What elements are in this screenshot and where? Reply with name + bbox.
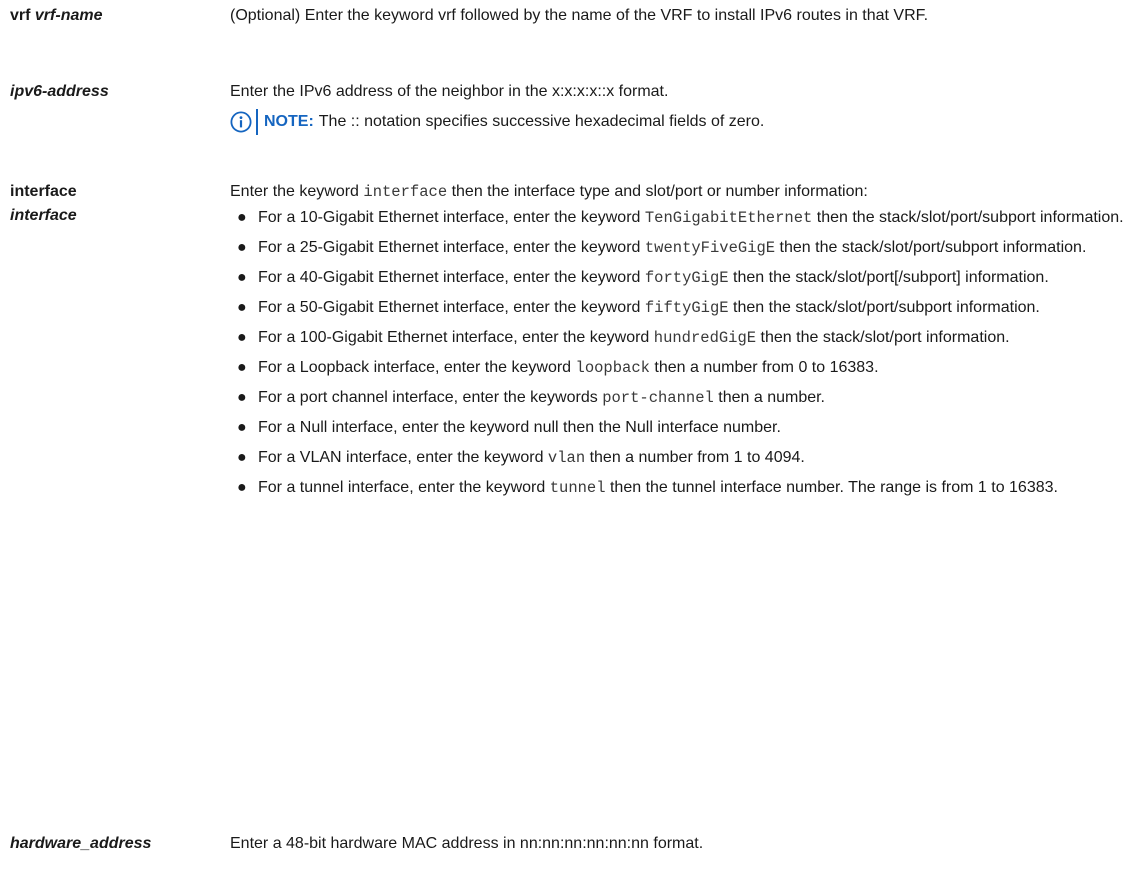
list-item-code: fiftyGigE	[644, 299, 729, 317]
parameter-table: vrf vrf-name (Optional) Enter the keywor…	[0, 0, 1144, 883]
note-callout: NOTE: The :: notation specifies successi…	[230, 109, 1140, 135]
list-item-text-post: then the stack/slot/port[/subport] infor…	[728, 269, 1049, 286]
bullet-icon: ●	[237, 209, 247, 226]
bullet-icon: ●	[237, 329, 247, 346]
list-item-text: For a tunnel interface, enter the keywor…	[258, 479, 550, 496]
note-label: NOTE:	[264, 113, 314, 130]
list-item: ● For a port channel interface, enter the…	[230, 386, 1140, 410]
bullet-icon: ●	[237, 299, 247, 316]
list-item-code: tunnel	[549, 479, 606, 497]
interface-option-list: ● For a 10-Gigabit Ethernet interface, en…	[230, 206, 1140, 500]
bullet-icon: ●	[237, 389, 247, 406]
list-item-text-post: then the stack/slot/port/subport informa…	[775, 239, 1087, 256]
list-item-code: port-channel	[602, 389, 714, 407]
term-argument: interface	[10, 207, 77, 224]
list-item: ● For a 100-Gigabit Ethernet interface, e…	[230, 326, 1140, 350]
intro-text: Enter the keyword	[230, 183, 364, 200]
param-desc-interface: Enter the keyword interface then the int…	[230, 180, 1140, 506]
list-item-text-post: then the tunnel interface number. The ra…	[605, 479, 1058, 496]
list-item: ● For a 10-Gigabit Ethernet interface, en…	[230, 206, 1140, 230]
list-item: ● For a Null interface, enter the keyword…	[230, 416, 1140, 440]
list-item-text-post: then the stack/slot/port/subport informa…	[812, 209, 1124, 226]
list-item: ● For a 25-Gigabit Ethernet interface, en…	[230, 236, 1140, 260]
param-term-hardware-address: hardware_address	[10, 835, 152, 852]
list-item: ● For a tunnel interface, enter the keywo…	[230, 476, 1140, 500]
desc-intro: Enter the keyword interface then the int…	[230, 180, 1120, 204]
list-item: ● For a 50-Gigabit Ethernet interface, en…	[230, 296, 1140, 320]
list-item-text: For a Null interface, enter the keyword …	[258, 419, 781, 436]
list-item-code: twentyFiveGigE	[644, 239, 776, 257]
info-icon	[230, 111, 252, 133]
bullet-icon: ●	[237, 359, 247, 376]
list-item-code: TenGigabitEthernet	[644, 209, 813, 227]
bullet-icon: ●	[237, 479, 247, 496]
list-item-text: For a VLAN interface, enter the keyword	[258, 449, 548, 466]
param-term-ipv6-address: ipv6-address	[10, 80, 215, 104]
list-item-code: fortyGigE	[644, 269, 729, 287]
list-item: ● For a Loopback interface, enter the key…	[230, 356, 1140, 380]
note-text: The :: notation specifies successive hex…	[318, 113, 765, 130]
term-argument: vrf-name	[34, 7, 103, 24]
desc-text: (Optional) Enter the keyword vrf followe…	[230, 7, 929, 24]
intro-code: interface	[363, 183, 448, 201]
list-item-text: For a port channel interface, enter the …	[258, 389, 603, 406]
list-item-text: For a Loopback interface, enter the keyw…	[258, 359, 576, 376]
desc-text: Enter the IPv6 address of the neighbor i…	[230, 83, 669, 100]
list-item-text: For a 50-Gigabit Ethernet interface, ent…	[258, 299, 645, 316]
term-keyword: vrf	[10, 7, 31, 24]
list-item-text-post: then the stack/slot/port information.	[756, 329, 1010, 346]
term-argument: ipv6-address	[10, 83, 109, 100]
list-item-text-post: then the stack/slot/port/subport informa…	[728, 299, 1040, 316]
intro-text-post: then the interface type and slot/port or…	[447, 183, 868, 200]
list-item-text: For a 25-Gigabit Ethernet interface, ent…	[258, 239, 645, 256]
list-item-text: For a 40-Gigabit Ethernet interface, ent…	[258, 269, 645, 286]
bullet-icon: ●	[237, 449, 247, 466]
desc-text: Enter a 48-bit hardware MAC address in n…	[230, 835, 704, 852]
param-term-vrf: vrf vrf-name	[10, 4, 215, 28]
list-item: ● For a 40-Gigabit Ethernet interface, en…	[230, 266, 1140, 290]
list-item-code: hundredGigE	[653, 329, 757, 347]
list-item-code: loopback	[575, 359, 650, 377]
param-desc-hardware-address: Enter a 48-bit hardware MAC address in n…	[230, 832, 1140, 856]
bullet-icon: ●	[237, 269, 247, 286]
param-desc-vrf: (Optional) Enter the keyword vrf followe…	[230, 4, 1140, 28]
term-keyword: interface	[10, 183, 77, 200]
list-item: ● For a VLAN interface, enter the keyword…	[230, 446, 1140, 470]
param-term-interface: interface interface	[10, 180, 215, 228]
list-item-text-post: then a number.	[713, 389, 825, 406]
bullet-icon: ●	[237, 419, 247, 436]
bullet-icon: ●	[237, 239, 247, 256]
list-item-text-post: then a number from 0 to 16383.	[649, 359, 879, 376]
param-desc-ipv6-address: Enter the IPv6 address of the neighbor i…	[230, 80, 1140, 135]
list-item-code: vlan	[547, 449, 586, 467]
list-item-text: For a 100-Gigabit Ethernet interface, en…	[258, 329, 654, 346]
list-item-text: For a 10-Gigabit Ethernet interface, ent…	[258, 209, 645, 226]
note-divider	[256, 109, 258, 135]
list-item-text-post: then a number from 1 to 4094.	[585, 449, 805, 466]
